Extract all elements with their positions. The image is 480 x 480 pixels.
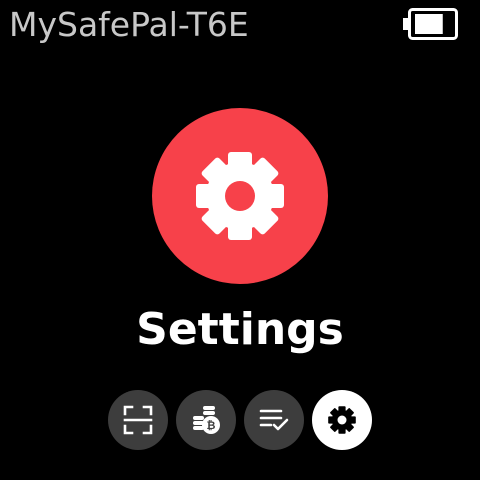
page-title: Settings	[136, 304, 344, 355]
nav-coins-button[interactable]: ₿	[176, 390, 236, 450]
scan-icon	[123, 405, 153, 435]
status-bar: MySafePal-T6E	[0, 0, 480, 52]
page-indicator: ₿	[108, 390, 372, 450]
nav-checklist-button[interactable]	[244, 390, 304, 450]
nav-settings-button[interactable]	[312, 390, 372, 450]
svg-text:₿: ₿	[207, 419, 216, 432]
coins-icon: ₿	[193, 406, 220, 434]
gear-icon	[196, 152, 284, 240]
settings-hero-circle	[152, 108, 328, 284]
battery-icon	[403, 8, 458, 40]
device-name: MySafePal-T6E	[9, 5, 249, 44]
nav-scan-button[interactable]	[108, 390, 168, 450]
checklist-icon	[259, 409, 289, 431]
gear-icon	[328, 406, 356, 434]
